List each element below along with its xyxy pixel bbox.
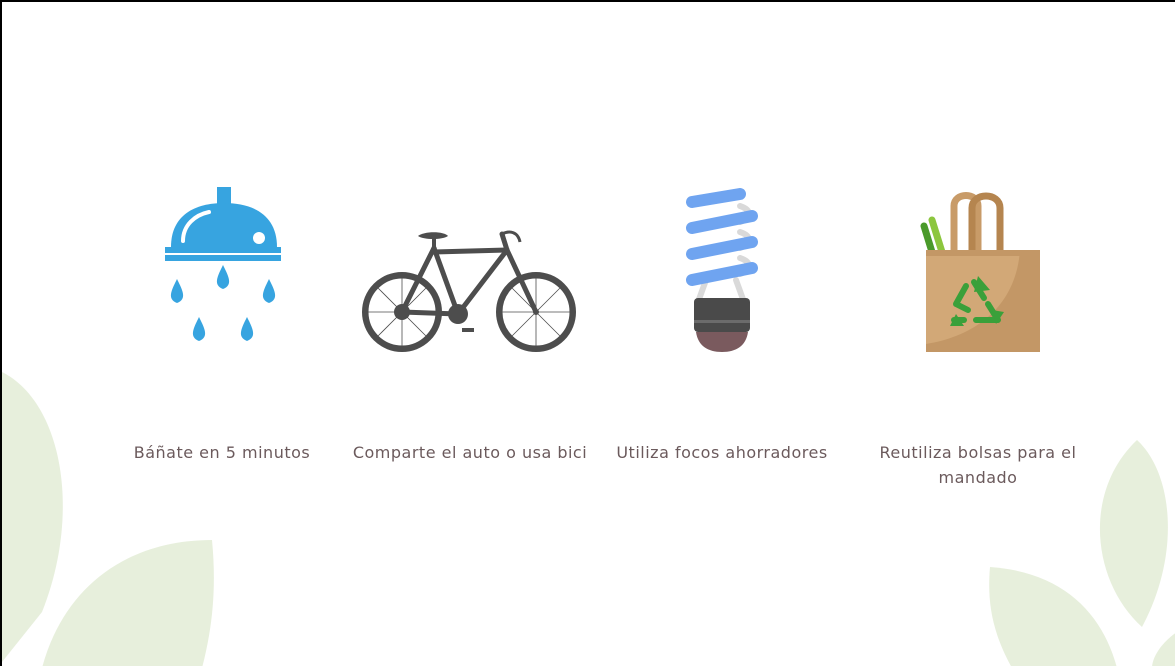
tip-label-bicycle: Comparte el auto o usa bici — [352, 443, 588, 462]
light-bulb-icon — [686, 188, 758, 352]
tip-label-bulb: Utiliza focos ahorradores — [616, 443, 828, 462]
recycle-bag-icon — [920, 192, 1040, 352]
shower-icon — [165, 187, 281, 341]
page-frame: Báñate en 5 minutos Comparte el auto o u… — [0, 0, 1175, 666]
tip-label-shower: Báñate en 5 minutos — [133, 443, 311, 462]
leaf-decoration-left — [2, 372, 214, 666]
tip-label-bag: Reutiliza bolsas para el mandado — [879, 443, 1077, 487]
bicycle-icon — [362, 230, 576, 352]
